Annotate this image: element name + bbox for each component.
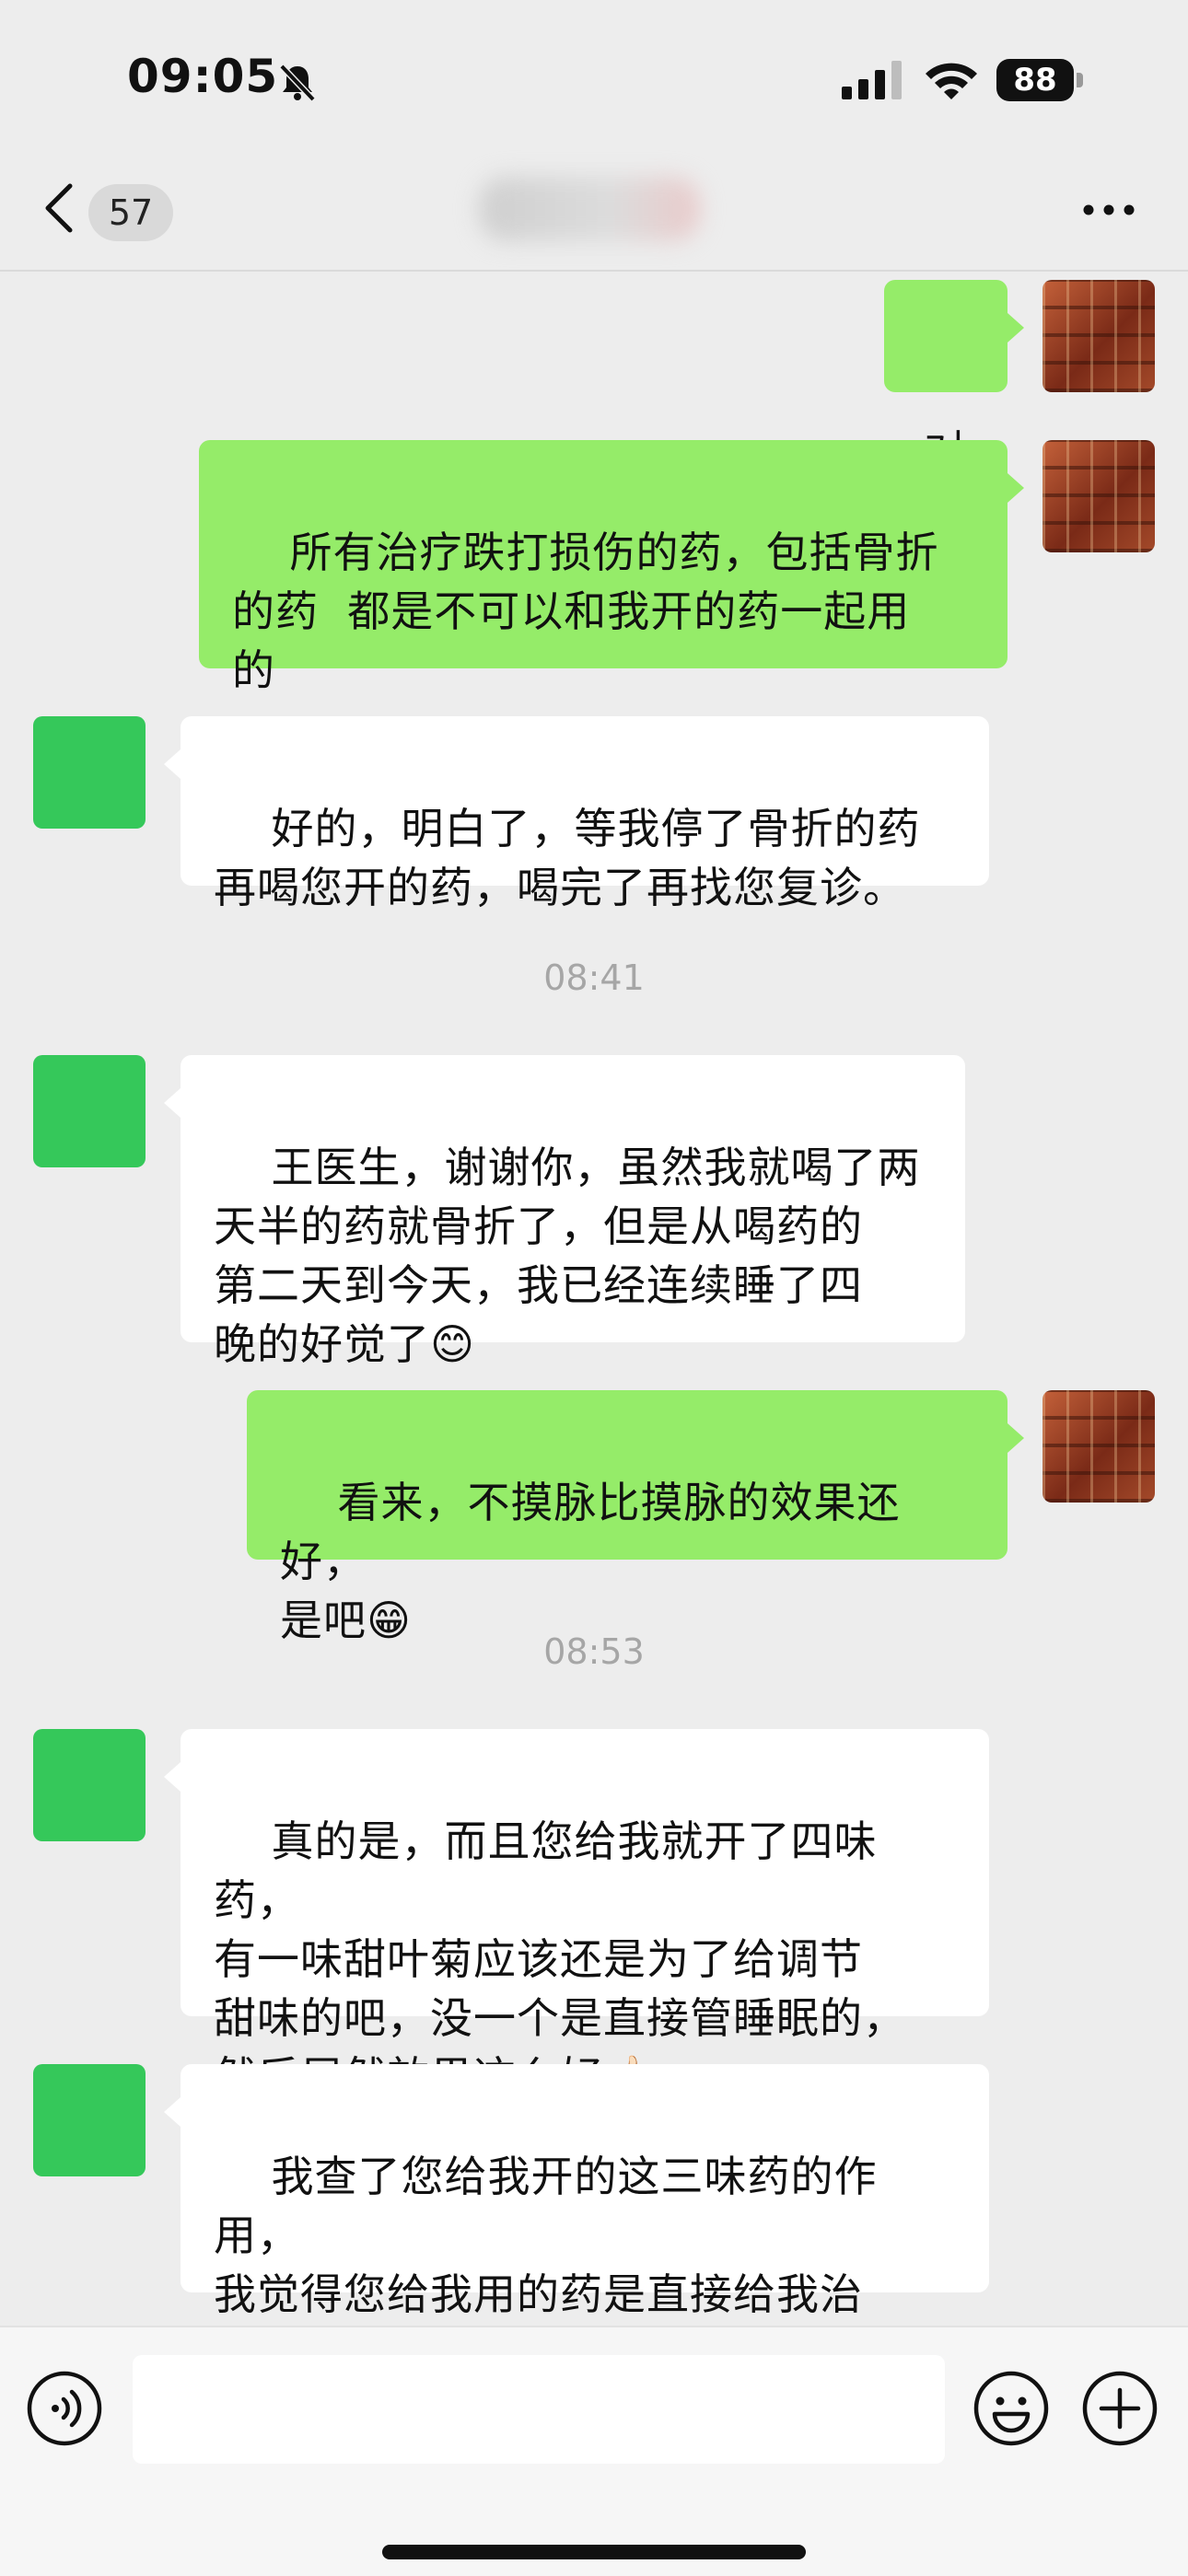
message-text: 所有治疗跌打损伤的药，包括骨折 的药 都是不可以和我开的药一起用 的	[232, 528, 939, 695]
my-avatar[interactable]	[1042, 280, 1155, 392]
status-time: 09:05	[127, 50, 279, 103]
message-bubble-incoming[interactable]: 好的，明白了，等我停了骨折的药 再喝您开的药，喝完了再找您复诊。	[164, 716, 989, 912]
my-avatar[interactable]	[1042, 440, 1155, 552]
message-bubble-incoming[interactable]: 王医生，谢谢你，虽然我就喝了两 天半的药就骨折了，但是从喝药的 第二天到今天，我…	[164, 1055, 965, 1369]
smiling-face-emoji: 😊	[430, 1319, 475, 1369]
battery-level: 88	[1013, 62, 1057, 99]
message-input[interactable]	[133, 2355, 945, 2464]
unread-count-badge[interactable]: 57	[88, 184, 173, 241]
message-bubble-incoming[interactable]: 我查了您给我开的这三味药的作用， 我觉得您给我用的药是直接给我治 到根上了，在解…	[164, 2064, 989, 2378]
emoji-icon[interactable]	[973, 2370, 1050, 2447]
chat-timestamp: 08:53	[543, 1631, 645, 1672]
my-avatar[interactable]	[1042, 1390, 1155, 1503]
message-bubble-outgoing[interactable]: 看来，不摸脉比摸脉的效果还好， 是吧😁	[247, 1390, 1024, 1645]
back-chevron-icon[interactable]	[41, 180, 77, 236]
message-bubble-outgoing[interactable]: 对	[884, 280, 1024, 476]
home-indicator[interactable]	[382, 2545, 806, 2559]
status-bar: 09:05 88	[0, 0, 1188, 157]
input-bar	[0, 2326, 1188, 2576]
contact-avatar[interactable]	[33, 1729, 146, 1841]
wifi-icon	[926, 63, 977, 99]
message-text: 王医生，谢谢你，虽然我就喝了两 天半的药就骨折了，但是从喝药的 第二天到今天，我…	[214, 1143, 921, 1369]
contact-avatar[interactable]	[33, 1055, 146, 1167]
add-more-icon[interactable]	[1081, 2370, 1159, 2447]
blurred-chat-title	[479, 177, 700, 241]
cellular-signal-icon	[842, 61, 902, 99]
chat-timestamp: 08:41	[543, 957, 645, 998]
battery-icon: 88	[996, 59, 1085, 101]
message-bubble-incoming[interactable]: 真的是，而且您给我就开了四味药， 有一味甜叶菊应该还是为了给调节 甜味的吧，没一…	[164, 1729, 989, 2102]
bell-muted-icon	[279, 64, 316, 102]
voice-input-icon[interactable]	[26, 2370, 103, 2447]
chat-header: 57	[0, 157, 1188, 272]
contact-avatar[interactable]	[33, 2064, 146, 2176]
contact-avatar[interactable]	[33, 716, 146, 829]
message-bubble-outgoing[interactable]: 所有治疗跌打损伤的药，包括骨折 的药 都是不可以和我开的药一起用 的	[199, 440, 1024, 695]
more-options-icon[interactable]	[1079, 199, 1138, 221]
message-text: 好的，明白了，等我停了骨折的药 再喝您开的药，喝完了再找您复诊。	[214, 804, 921, 912]
message-text: 真的是，而且您给我就开了四味药， 有一味甜叶菊应该还是为了给调节 甜味的吧，没一…	[214, 1816, 906, 2102]
